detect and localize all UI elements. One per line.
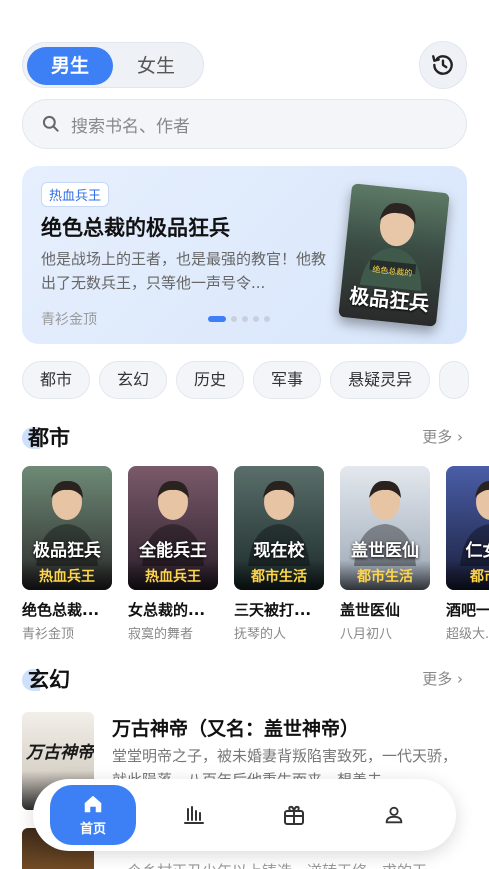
book-author: 寂寞的舞者 [128, 627, 194, 642]
nav-gift[interactable] [251, 785, 337, 845]
book-author: 抚琴的人 [234, 627, 287, 642]
book-cover: 现在校 都市生活 [234, 466, 324, 590]
category-chip[interactable]: 玄幻 [99, 361, 168, 399]
banner-title: 绝色总裁的极品狂兵 [41, 216, 230, 240]
cover-genre-badge: 热血兵王 [128, 560, 218, 590]
book-author: 青衫金顶 [22, 627, 75, 642]
cover-title: 仁女神 [465, 541, 489, 561]
book-title: 盖世医仙 [340, 601, 401, 619]
book-cover: 盖世医仙 都市生活 [340, 466, 430, 590]
home-icon [84, 795, 102, 813]
book-cover: 极品狂兵 热血兵王 [22, 466, 112, 590]
carousel-dot[interactable] [264, 316, 270, 322]
search-bar[interactable]: 搜索书名、作者 [22, 99, 467, 149]
banner-description: 他是战场上的王者，也是最强的教官！他教出了无数兵王，只等他一声号令... [41, 250, 327, 292]
nav-label: 首页 [79, 822, 106, 837]
book-author: 八月初八 [340, 627, 393, 642]
ranking-icon [184, 806, 204, 824]
search-input[interactable]: 搜索书名、作者 [71, 112, 190, 137]
book-title: 绝色总裁... [22, 601, 100, 619]
banner-tag: 热血兵王 [41, 182, 110, 207]
section-title: 玄幻 [28, 668, 70, 692]
book-author: 超级大... [446, 627, 489, 642]
more-button[interactable]: 更多 › [422, 426, 463, 447]
nav-profile[interactable] [351, 785, 437, 845]
carousel-dot[interactable] [231, 316, 237, 322]
list-cover-text: 万古神帝 [26, 743, 94, 763]
book-row: 极品狂兵 热血兵王 绝色总裁... 青衫金顶 全能兵王 热血兵王 女总裁的... 寂寞的舞者现… [22, 466, 489, 646]
nav-ranking[interactable] [151, 785, 237, 845]
section-header-xuanhuan: 玄幻 更多 › [22, 664, 467, 694]
category-chip[interactable]: 悬疑灵异 [330, 361, 431, 399]
bottom-navigation: 首页 [33, 779, 456, 851]
cover-genre-badge: 都市生 [446, 560, 489, 590]
book-card[interactable]: 盖世医仙 都市生活 盖世医仙 八月初八 [340, 466, 430, 642]
category-chip[interactable]: 军事 [253, 361, 322, 399]
book-title: 酒吧一... [446, 601, 489, 619]
cover-title: 盖世医仙 [351, 541, 419, 561]
cover-genre-badge: 都市生活 [234, 560, 324, 590]
carousel-dot[interactable] [253, 316, 259, 322]
category-chips: 都市 玄幻 历史 军事 悬疑灵异 [22, 361, 489, 401]
section-title: 都市 [28, 426, 70, 450]
featured-banner[interactable]: 热血兵王 绝色总裁的极品狂兵 他是战场上的王者，也是最强的教官！他教出了无数兵王… [22, 166, 467, 344]
cover-title: 全能兵王 [139, 541, 207, 561]
tab-male[interactable]: 男生 [27, 47, 113, 85]
history-button[interactable] [419, 41, 467, 89]
list-title: 万古神帝（又名：盖世神帝） [112, 718, 360, 740]
book-card[interactable]: 极品狂兵 热血兵王绝色总裁... 青衫金顶 [22, 466, 112, 642]
category-chip[interactable]: 都市 [22, 361, 91, 399]
more-button[interactable]: 更多 › [422, 668, 463, 689]
cover-genre-badge: 都市生活 [340, 560, 430, 590]
carousel-dot[interactable] [242, 316, 248, 322]
book-card[interactable]: 现在校 都市生活三天被打... 抚琴的人 [234, 466, 324, 642]
profile-icon [385, 806, 403, 824]
tab-female[interactable]: 女生 [113, 47, 199, 85]
nav-home[interactable]: 首页 [50, 785, 136, 845]
book-cover: 全能兵王 热血兵王 [128, 466, 218, 590]
cover-genre-badge: 热血兵王 [22, 560, 112, 590]
category-chip[interactable]: 历史 [176, 361, 245, 399]
cover-title: 极品狂兵 [33, 541, 101, 561]
gift-icon [284, 805, 304, 825]
gender-toggle: 男生 女生 [22, 42, 204, 88]
book-cover: 仁女神都市生 [446, 466, 489, 590]
book-card[interactable]: 全能兵王 热血兵王女总裁的... 寂寞的舞者 [128, 466, 218, 642]
book-card[interactable]: 仁女神都市生酒吧一... 超级大... [446, 466, 489, 642]
cover-title: 现在校 [253, 541, 305, 561]
book-title: 三天被打... [234, 601, 312, 619]
banner-author: 青衫金顶 [41, 312, 97, 328]
history-icon [432, 55, 453, 75]
list-description: 一个乡村正丑少年以上铸造，逆转天修，求的天... [112, 860, 464, 869]
search-icon [42, 115, 59, 132]
carousel-indicator [208, 316, 270, 322]
section-header-dushi: 都市 更多 › [22, 422, 467, 452]
banner-book-cover[interactable]: 绝色总裁的 极品狂兵 [338, 183, 450, 327]
category-chip[interactable] [439, 361, 470, 399]
book-title: 女总裁的... [128, 601, 206, 619]
carousel-dot[interactable] [208, 316, 226, 322]
